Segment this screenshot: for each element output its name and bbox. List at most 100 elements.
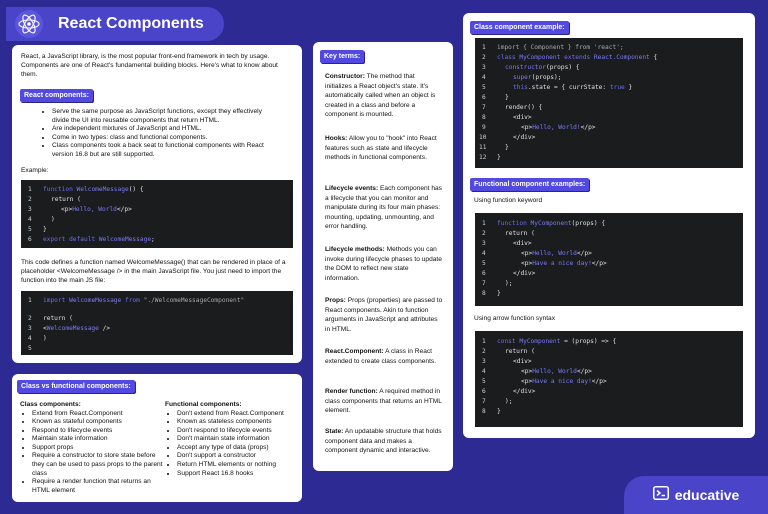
code-line: <div> — [513, 114, 532, 121]
code-line: return ( — [43, 315, 73, 322]
list-item: Don't extend from React.Component — [177, 410, 299, 419]
list-item: Class components took a back seat to fun… — [52, 142, 280, 159]
line-number: 2 — [482, 348, 486, 355]
line-number: 3 — [28, 325, 32, 332]
code-block-import: 1 2 3 4 5 import WelcomeMessage from "./… — [21, 291, 293, 355]
code-line: return ( — [51, 196, 81, 203]
line-number: 6 — [482, 388, 486, 395]
line-number: 3 — [482, 240, 486, 247]
code-line: import WelcomeMessage from "./WelcomeMes… — [43, 297, 245, 304]
code-line: ); — [505, 280, 513, 287]
line-number: 6 — [482, 94, 486, 101]
code-line: } — [43, 226, 47, 233]
line-number: 10 — [479, 134, 487, 141]
code-line: return ( — [505, 348, 535, 355]
line-number: 6 — [482, 270, 486, 277]
title-bar: React Components — [6, 7, 224, 41]
code-line: </div> — [513, 134, 536, 141]
line-number: 4 — [482, 250, 486, 257]
line-number: 2 — [28, 196, 32, 203]
line-number: 5 — [482, 84, 486, 91]
code-line: <p>Hello, World</p> — [61, 206, 132, 213]
code-block-function-keyword: 1 2 3 4 5 6 7 8 function MyComponent(pro… — [475, 213, 743, 306]
list-item: Known as stateless components — [177, 418, 299, 427]
line-number: 4 — [482, 368, 486, 375]
arrow-syntax-label: Using arrow function syntax — [474, 315, 555, 322]
line-number: 7 — [482, 104, 486, 111]
class-components-heading: Class components: — [20, 401, 81, 408]
code-line: ) — [43, 335, 47, 342]
line-number: 9 — [482, 124, 486, 131]
line-number: 5 — [28, 226, 32, 233]
list-item: Maintain state information — [32, 435, 166, 444]
functional-components-heading: Functional components: — [165, 401, 242, 408]
intro-text: React, a JavaScript library, is the most… — [21, 53, 278, 78]
code-line: export default WelcomeMessage; — [43, 236, 155, 243]
code-line: <p>Hello, World!</p> — [521, 124, 596, 131]
code-line: const MyComponent = (props) => { — [497, 338, 617, 345]
line-number: 3 — [28, 206, 32, 213]
line-number: 1 — [482, 338, 486, 345]
code-line: } — [497, 290, 501, 297]
code-line: ) — [51, 216, 55, 223]
list-item: Support props — [32, 444, 166, 453]
key-term-hooks: Hooks: Allow you to "hook" into React fe… — [325, 135, 437, 162]
line-number: 4 — [482, 74, 486, 81]
key-term-constructor: Constructor: The method that initializes… — [325, 73, 436, 119]
line-number: 3 — [482, 358, 486, 365]
class-example-tag: Class component example: — [470, 21, 569, 35]
class-components-list: Extend from React.Component Known as sta… — [20, 410, 166, 496]
key-term-lifecycle-events: Lifecycle events: Each component has a l… — [325, 185, 442, 231]
line-number: 1 — [28, 297, 32, 304]
code-block-class: 1 2 3 4 5 6 7 8 9 10 11 12 import { Comp… — [475, 38, 743, 168]
code-line: } — [497, 408, 501, 415]
list-item: Return HTML elements or nothing — [177, 461, 299, 470]
list-item: Are independent mixtures of JavaScript a… — [52, 125, 280, 134]
list-item: Require a render function that returns a… — [32, 478, 166, 495]
code-line: <p>Hello, World</p> — [521, 250, 592, 257]
examples-card: Class component example: 1 2 3 4 5 6 7 8… — [463, 13, 755, 438]
list-item: Support React 16.8 hooks — [177, 470, 299, 479]
key-term-state: State: An updatable structure that holds… — [325, 428, 442, 455]
key-term-render-function: Render function: A required method in cl… — [325, 388, 442, 415]
code-line: render() { — [505, 104, 543, 111]
line-number: 11 — [479, 144, 487, 151]
list-item: Known as stateful components — [32, 418, 166, 427]
code-line: <div> — [513, 240, 532, 247]
list-item: Don't support a constructor — [177, 452, 299, 461]
import-explanation: This code defines a function named Welco… — [21, 259, 286, 284]
list-item: Accept any type of data (props) — [177, 444, 299, 453]
list-item: Respond to lifecycle events — [32, 427, 166, 436]
key-terms-card: Key terms: Constructor: The method that … — [313, 42, 453, 471]
react-components-card: React, a JavaScript library, is the most… — [12, 45, 302, 363]
code-line: return ( — [505, 230, 535, 237]
line-number: 12 — [479, 154, 487, 161]
line-number: 5 — [482, 378, 486, 385]
code-line: </div> — [513, 270, 536, 277]
functional-components-list: Don't extend from React.Component Known … — [165, 410, 299, 479]
list-item: Don't maintain state information — [177, 435, 299, 444]
educative-brand[interactable]: educative — [624, 476, 768, 514]
code-line: <div> — [513, 358, 532, 365]
code-line: } — [505, 94, 509, 101]
line-number: 7 — [482, 398, 486, 405]
educative-wordmark: educative — [674, 486, 740, 503]
code-block-welcome: 1 2 3 4 5 6 function WelcomeMessage() { … — [21, 180, 293, 248]
list-item: Don't respond to lifecycle events — [177, 427, 299, 436]
class-vs-functional-tag: Class vs functional components: — [17, 380, 135, 394]
code-line: function MyComponent(props) { — [497, 220, 606, 227]
line-number: 7 — [482, 280, 486, 287]
line-number: 4 — [28, 216, 32, 223]
line-number: 1 — [28, 186, 32, 193]
key-term-lifecycle-methods: Lifecycle methods: Methods you can invok… — [325, 246, 442, 282]
code-line: import { Component } from 'react'; — [497, 44, 624, 51]
code-line: ); — [505, 398, 513, 405]
code-line: </div> — [513, 388, 536, 395]
key-term-props: Props: Props (properties) are passed to … — [325, 297, 443, 333]
key-term-react-component: React.Component: A class in React extend… — [325, 348, 437, 365]
code-line: <p>Have a nice day!</p> — [521, 260, 607, 267]
code-block-arrow: 1 2 3 4 5 6 7 8 const MyComponent = (pro… — [475, 331, 743, 427]
class-vs-functional-card: Class vs functional components: Class co… — [12, 374, 302, 502]
key-terms-tag: Key terms: — [320, 50, 365, 64]
code-line: <p>Have a nice day!</p> — [521, 378, 607, 385]
